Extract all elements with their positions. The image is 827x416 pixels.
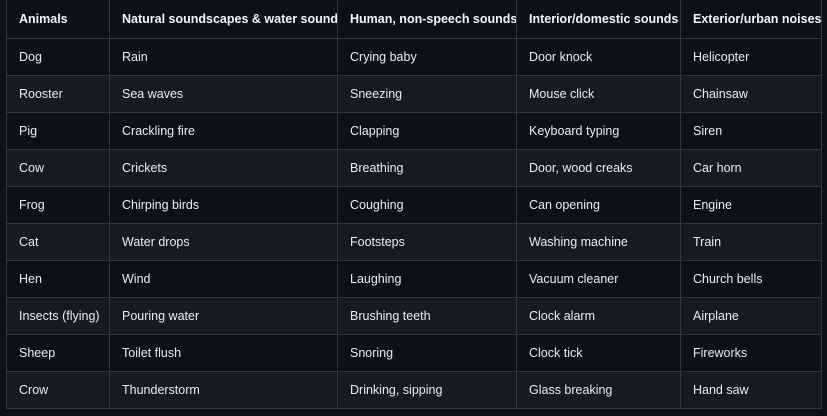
table-cell: Crying baby (337, 38, 517, 76)
table-cell: Chirping birds (109, 186, 338, 224)
table-cell: Washing machine (516, 223, 681, 261)
table-cell: Thunderstorm (109, 371, 338, 409)
table-cell: Crickets (109, 149, 338, 187)
table-cell: Clapping (337, 112, 517, 150)
table-cell: Train (680, 223, 822, 261)
table-cell: Footsteps (337, 223, 517, 261)
table-row: Rooster Sea waves Sneezing Mouse click C… (6, 75, 822, 113)
table-cell: Fireworks (680, 334, 822, 372)
table-cell: Drinking, sipping (337, 371, 517, 409)
table-cell: Coughing (337, 186, 517, 224)
table-cell: Sneezing (337, 75, 517, 113)
table-cell: Hand saw (680, 371, 822, 409)
table-cell: Siren (680, 112, 822, 150)
table-row: Cat Water drops Footsteps Washing machin… (6, 223, 822, 261)
table-cell: Cat (6, 223, 110, 261)
sound-categories-table: Animals Natural soundscapes & water soun… (6, 0, 822, 409)
table-cell: Church bells (680, 260, 822, 298)
table-cell: Wind (109, 260, 338, 298)
table-row: Crow Thunderstorm Drinking, sipping Glas… (6, 371, 822, 409)
table-cell: Pig (6, 112, 110, 150)
table-cell: Helicopter (680, 38, 822, 76)
table-cell: Sea waves (109, 75, 338, 113)
table-cell: Door knock (516, 38, 681, 76)
column-header-animals: Animals (6, 0, 110, 39)
table-cell: Dog (6, 38, 110, 76)
table-cell: Hen (6, 260, 110, 298)
header-row: Animals Natural soundscapes & water soun… (6, 0, 822, 39)
table-row: Hen Wind Laughing Vacuum cleaner Church … (6, 260, 822, 298)
table-cell: Insects (flying) (6, 297, 110, 335)
table-cell: Glass breaking (516, 371, 681, 409)
table-cell: Snoring (337, 334, 517, 372)
table-cell: Breathing (337, 149, 517, 187)
table-cell: Water drops (109, 223, 338, 261)
table-cell: Clock tick (516, 334, 681, 372)
table-row: Cow Crickets Breathing Door, wood creaks… (6, 149, 822, 187)
table-container: Animals Natural soundscapes & water soun… (0, 0, 827, 416)
table-cell: Crackling fire (109, 112, 338, 150)
table-cell: Engine (680, 186, 822, 224)
column-header-human-sounds: Human, non-speech sounds (337, 0, 517, 39)
table-row: Pig Crackling fire Clapping Keyboard typ… (6, 112, 822, 150)
column-header-interior-sounds: Interior/domestic sounds (516, 0, 681, 39)
table-row: Sheep Toilet flush Snoring Clock tick Fi… (6, 334, 822, 372)
table-row: Dog Rain Crying baby Door knock Helicopt… (6, 38, 822, 76)
table-cell: Can opening (516, 186, 681, 224)
table-cell: Rooster (6, 75, 110, 113)
table-cell: Rain (109, 38, 338, 76)
column-header-natural-soundscapes: Natural soundscapes & water sounds (109, 0, 338, 39)
table-row: Insects (flying) Pouring water Brushing … (6, 297, 822, 335)
table-cell: Cow (6, 149, 110, 187)
table-cell: Sheep (6, 334, 110, 372)
table-cell: Airplane (680, 297, 822, 335)
table-cell: Vacuum cleaner (516, 260, 681, 298)
table-cell: Frog (6, 186, 110, 224)
table-body: Dog Rain Crying baby Door knock Helicopt… (6, 38, 822, 409)
table-header: Animals Natural soundscapes & water soun… (6, 0, 822, 39)
table-cell: Keyboard typing (516, 112, 681, 150)
table-cell: Crow (6, 371, 110, 409)
column-header-exterior-noises: Exterior/urban noises (680, 0, 822, 39)
table-cell: Pouring water (109, 297, 338, 335)
table-cell: Laughing (337, 260, 517, 298)
table-cell: Toilet flush (109, 334, 338, 372)
table-row: Frog Chirping birds Coughing Can opening… (6, 186, 822, 224)
table-cell: Brushing teeth (337, 297, 517, 335)
table-cell: Door, wood creaks (516, 149, 681, 187)
table-cell: Chainsaw (680, 75, 822, 113)
table-cell: Mouse click (516, 75, 681, 113)
table-cell: Car horn (680, 149, 822, 187)
table-cell: Clock alarm (516, 297, 681, 335)
